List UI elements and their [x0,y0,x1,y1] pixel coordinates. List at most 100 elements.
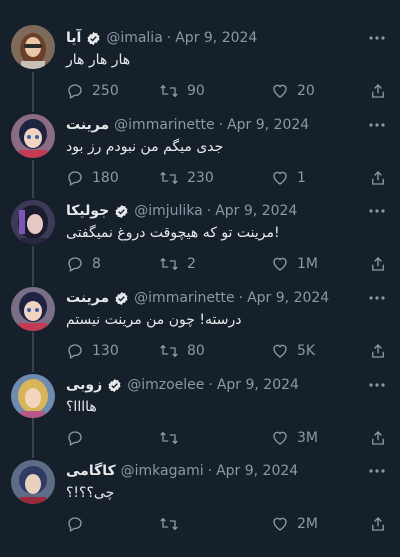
separator-dot: · [206,203,212,219]
share-button[interactable] [369,340,387,362]
tweet-actions: 180 230 1 [66,167,388,189]
retweet-button[interactable] [159,513,187,535]
like-count: 3M [297,430,318,446]
user-handle[interactable]: @imkagami [121,463,204,479]
retweet-count: 230 [187,170,214,186]
separator-dot: · [238,290,244,306]
share-button[interactable] [369,80,387,102]
reply-count: 130 [92,343,119,359]
share-icon [372,257,384,271]
avatar[interactable] [11,114,55,158]
heart-icon [273,431,287,445]
share-button[interactable] [369,253,387,275]
like-count: 2M [297,516,318,532]
tweet-header: مرینت @immarinette · Apr 9, 2024 [66,115,309,135]
tweet-text: درسته! چون من مرینت نیستم [66,312,242,328]
reply-icon [68,344,82,359]
user-handle[interactable]: @imalia [106,30,162,46]
tweet[interactable]: کاگامی @imkagami · Apr 9, 2024 چی؟؟!؟ 2M [0,460,400,548]
retweet-count: 80 [187,343,205,359]
tweet-actions: 3M [66,427,388,449]
like-button[interactable]: 1 [271,167,306,189]
user-handle[interactable]: @immarinette [134,290,234,306]
verified-badge-icon [107,378,122,393]
timestamp[interactable]: Apr 9, 2024 [215,203,297,219]
tweet-feed: آیا @imalia · Apr 9, 2024 هار هار هار 25… [0,0,400,557]
share-icon [372,517,384,531]
more-options-icon[interactable] [368,203,386,219]
like-button[interactable]: 2M [271,513,318,535]
display-name[interactable]: آیا [66,30,81,46]
reply-button[interactable]: 8 [66,253,101,275]
like-button[interactable]: 5K [271,340,315,362]
timestamp[interactable]: Apr 9, 2024 [175,30,257,46]
more-options-icon[interactable] [368,463,386,479]
avatar[interactable] [11,287,55,331]
more-options-icon[interactable] [368,117,386,133]
separator-dot: · [207,463,213,479]
avatar[interactable] [11,200,55,244]
tweet-actions: 2M [66,513,388,535]
avatar[interactable] [11,374,55,418]
tweet[interactable]: زوبی @imzoelee · Apr 9, 2024 هاااا؟ 3M [0,374,400,462]
reply-count: 180 [92,170,119,186]
share-button[interactable] [369,167,387,189]
reply-icon [68,84,82,99]
tweet[interactable]: مرینت @immarinette · Apr 9, 2024 جدی میگ… [0,114,400,202]
avatar[interactable] [11,460,55,504]
tweet-header: مرینت @immarinette · Apr 9, 2024 [66,288,329,308]
heart-icon [273,171,287,185]
share-icon [372,431,384,445]
reply-button[interactable]: 180 [66,167,119,189]
display-name[interactable]: کاگامی [66,463,116,479]
tweet-header: آیا @imalia · Apr 9, 2024 [66,28,257,48]
retweet-button[interactable]: 90 [159,80,205,102]
display-name[interactable]: جولیکا [66,203,109,219]
user-handle[interactable]: @immarinette [114,117,214,133]
share-button[interactable] [369,427,387,449]
retweet-button[interactable]: 2 [159,253,196,275]
tweet-text: هاااا؟ [66,399,97,415]
like-button[interactable]: 20 [271,80,315,102]
like-count: 5K [297,343,316,359]
share-icon [372,171,384,185]
display-name[interactable]: زوبی [66,377,102,393]
display-name[interactable]: مرینت [66,117,109,133]
verified-badge-icon [114,291,129,306]
reply-count: 250 [92,83,119,99]
reply-button[interactable] [66,427,92,449]
tweet-actions: 250 90 20 [66,80,388,102]
timestamp[interactable]: Apr 9, 2024 [217,377,299,393]
timestamp[interactable]: Apr 9, 2024 [227,117,309,133]
tweet[interactable]: آیا @imalia · Apr 9, 2024 هار هار هار 25… [0,25,400,115]
retweet-icon [160,257,178,271]
timestamp[interactable]: Apr 9, 2024 [216,463,298,479]
display-name[interactable]: مرینت [66,290,109,306]
reply-icon [68,517,82,532]
retweet-button[interactable]: 230 [159,167,214,189]
more-options-icon[interactable] [368,377,386,393]
reply-button[interactable]: 250 [66,80,119,102]
verified-badge-icon [86,31,101,46]
timestamp[interactable]: Apr 9, 2024 [247,290,329,306]
tweet[interactable]: جولیکا @imjulika · Apr 9, 2024 !مرینت تو… [0,200,400,288]
reply-button[interactable]: 130 [66,340,119,362]
retweet-count: 90 [187,83,205,99]
more-options-icon[interactable] [368,290,386,306]
like-count: 20 [297,83,315,99]
like-button[interactable]: 1M [271,253,318,275]
reply-button[interactable] [66,513,92,535]
separator-dot: · [208,377,213,393]
retweet-icon [160,517,178,531]
more-options-icon[interactable] [368,30,386,46]
retweet-button[interactable] [159,427,187,449]
share-button[interactable] [369,513,387,535]
user-handle[interactable]: @imjulika [134,203,203,219]
tweet[interactable]: مرینت @immarinette · Apr 9, 2024 درسته! … [0,287,400,375]
avatar[interactable] [11,25,55,69]
like-button[interactable]: 3M [271,427,318,449]
heart-icon [273,344,287,358]
like-count: 1M [297,256,318,272]
retweet-button[interactable]: 80 [159,340,205,362]
user-handle[interactable]: @imzoelee [127,377,204,393]
